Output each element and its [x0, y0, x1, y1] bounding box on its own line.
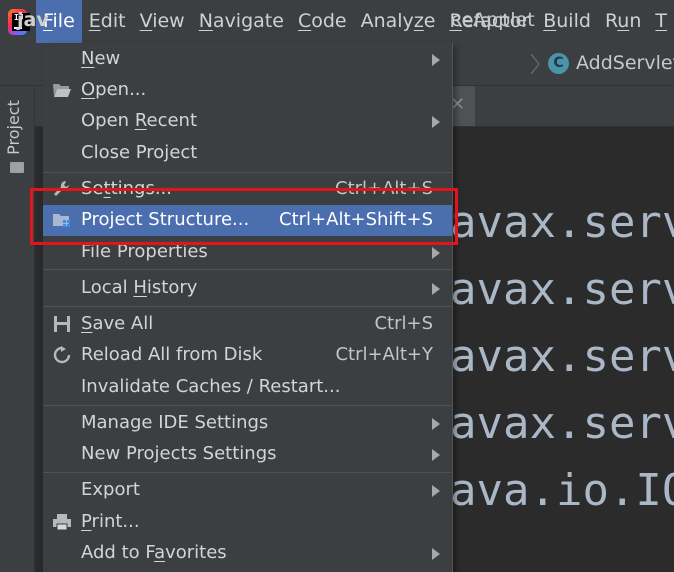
submenu-arrow-icon — [432, 418, 440, 430]
menu-code[interactable]: Code — [291, 0, 354, 43]
menu-run[interactable]: Run — [598, 0, 648, 43]
menu-item-manage-ide-settings[interactable]: Manage IDE Settings — [43, 408, 452, 439]
menu-item-invalidate-caches[interactable]: Invalidate Caches / Restart... — [43, 372, 452, 403]
menu-view[interactable]: View — [133, 0, 192, 43]
menu-separator — [43, 472, 452, 473]
submenu-arrow-icon — [432, 449, 440, 461]
breadcrumb-class[interactable]: AddServlet — [576, 52, 674, 74]
project-tool-window-button[interactable]: Project — [4, 95, 28, 165]
menu-analyze[interactable]: Analyze — [354, 0, 443, 43]
menu-separator — [43, 269, 452, 270]
printer-icon — [53, 514, 71, 531]
menu-item-export[interactable]: Export — [43, 475, 452, 506]
submenu-arrow-icon — [432, 247, 440, 259]
code-line[interactable]: avax.serv — [450, 264, 674, 315]
menu-separator — [43, 172, 452, 173]
menu-item-new[interactable]: New — [43, 44, 452, 75]
submenu-arrow-icon — [432, 116, 440, 128]
menu-item-print[interactable]: Print... — [43, 507, 452, 538]
menu-item-local-history[interactable]: Local History — [43, 273, 452, 304]
menu-item-reload-all[interactable]: Reload All from Disk Ctrl+Alt+Y — [43, 340, 452, 371]
menu-item-close-project[interactable]: Close Project — [43, 138, 452, 169]
class-icon: C — [548, 53, 569, 74]
menu-item-add-to-favorites[interactable]: Add to Favorites — [43, 538, 452, 569]
code-line[interactable]: avax.serv — [450, 197, 674, 248]
annotation-highlight-box — [30, 188, 458, 245]
floppy-disk-icon — [54, 316, 70, 332]
menu-tools[interactable]: T — [648, 0, 674, 43]
reload-icon — [53, 346, 71, 364]
menu-bar: IJ File Edit View Navigate Code Analyze … — [0, 0, 674, 43]
submenu-arrow-icon — [432, 548, 440, 560]
breadcrumb-package[interactable]: ceApplet — [451, 9, 535, 31]
submenu-arrow-icon — [432, 283, 440, 295]
menu-separator — [43, 405, 452, 406]
submenu-arrow-icon — [432, 485, 440, 497]
submenu-arrow-icon — [432, 54, 440, 66]
menu-separator — [43, 306, 452, 307]
code-line[interactable]: avax.serv — [450, 398, 674, 449]
menu-edit[interactable]: Edit — [82, 0, 133, 43]
breadcrumb-separator-icon — [530, 53, 540, 75]
folder-open-icon — [53, 84, 71, 97]
code-line[interactable]: avax.serv — [450, 331, 674, 382]
menu-build[interactable]: Build — [536, 0, 598, 43]
menu-item-save-all[interactable]: Save All Ctrl+S — [43, 309, 452, 340]
menu-item-new-projects-settings[interactable]: New Projects Settings — [43, 439, 452, 470]
menu-item-open[interactable]: Open... — [43, 75, 452, 106]
menu-item-open-recent[interactable]: Open Recent — [43, 106, 452, 137]
code-line[interactable]: ava.io.IO — [450, 465, 674, 516]
file-menu-dropdown: New Open... Open Recent Close Project Se… — [43, 43, 453, 572]
breadcrumb-project[interactable]: jav — [17, 9, 49, 31]
project-folder-icon — [10, 162, 24, 173]
menu-navigate[interactable]: Navigate — [192, 0, 291, 43]
